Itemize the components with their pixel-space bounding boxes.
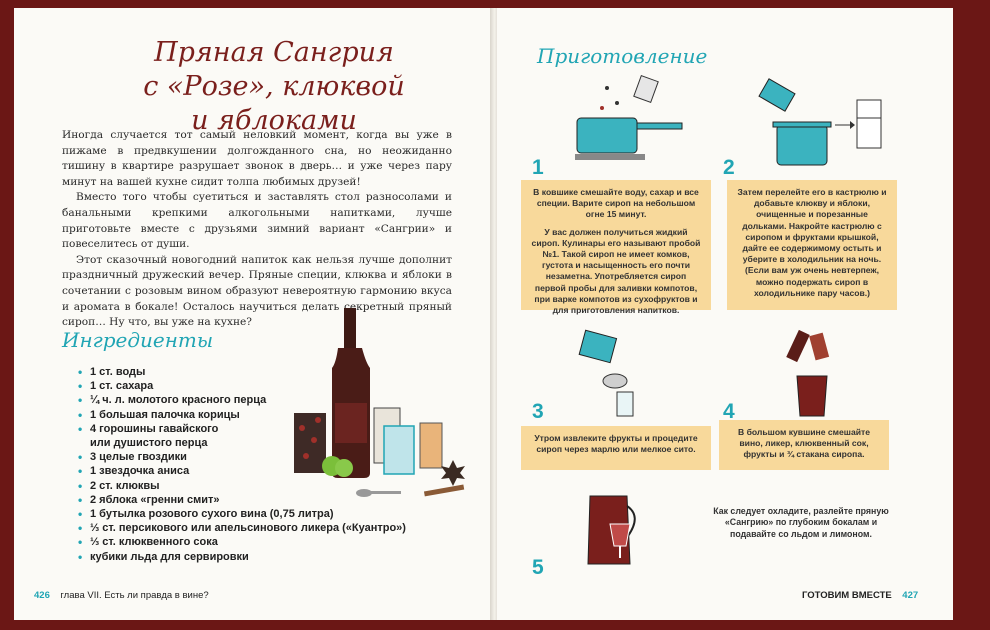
- bullet-icon: •: [78, 379, 83, 394]
- step-number: 1: [532, 156, 544, 179]
- intro-paragraph: Иногда случается тот самый неловкий моме…: [62, 129, 452, 188]
- bullet-icon: •: [78, 421, 83, 436]
- title-line-1: Пряная Сангрия: [154, 37, 394, 68]
- step-text: Затем перелейте его в кастрюлю и добавьт…: [737, 187, 887, 298]
- sieve-icon: [602, 373, 628, 389]
- title-line-2: с «Розе», клюквой: [143, 71, 405, 102]
- star-anise-icon: [441, 460, 465, 486]
- step1-illustration: [575, 74, 683, 160]
- jug-icon: [796, 375, 828, 417]
- page-number-right: 427: [902, 590, 919, 601]
- left-page: Пряная Сангрия с «Розе», клюквой и яблок…: [14, 8, 492, 620]
- pot-icon: [772, 121, 832, 166]
- falling-spices-icon: [600, 86, 619, 110]
- ingredients-illustration: [294, 308, 465, 497]
- saucepan-icon: [576, 117, 683, 154]
- bullet-icon: •: [78, 535, 83, 550]
- water-glass-icon: [383, 425, 415, 475]
- ingredient-item: • кубики льда для сервировки: [78, 549, 249, 564]
- wine-bottle-icon: [332, 308, 370, 478]
- step-text: В большом кувшине смешайте вино, ликер, …: [737, 427, 871, 460]
- step-note-box: В большом кувшине смешайте вино, ликер, …: [719, 420, 889, 470]
- bullet-icon: •: [78, 549, 83, 564]
- bullet-icon: •: [78, 393, 83, 408]
- step-text: Утром извлеките фрукты и процедите сироп…: [534, 433, 698, 455]
- bottles-icon: [786, 329, 830, 363]
- recipe-title: Пряная Сангрия с «Розе», клюквой и яблок…: [124, 36, 424, 138]
- glass-icon: [616, 391, 634, 417]
- saucepan-icon: [578, 329, 618, 364]
- ingredient-item: • 1 бутылка розового сухого вина (0,75 ли…: [78, 507, 334, 522]
- bullet-icon: •: [78, 478, 83, 493]
- right-footer: ГОТОВИМ ВМЕСТЕ 427: [802, 590, 918, 601]
- left-footer: 426 глава VII. Есть ли правда в вине?: [34, 590, 209, 601]
- step2-illustration: [758, 78, 882, 166]
- section-label: ГОТОВИМ ВМЕСТЕ: [802, 590, 892, 601]
- step-number: 2: [723, 156, 735, 179]
- step3-illustration: [578, 329, 634, 417]
- spice-jar-icon: [633, 74, 659, 104]
- step-number: 3: [532, 400, 544, 423]
- step-text: В ковшике смешайте воду, сахар и все спе…: [533, 187, 699, 220]
- page-number-left: 426: [34, 590, 50, 601]
- bullet-icon: •: [78, 464, 83, 479]
- bullet-icon: •: [78, 492, 83, 507]
- bullet-icon: •: [78, 507, 83, 522]
- preparation-heading: Приготовление: [537, 44, 708, 68]
- step-text: Как следует охладите, разлейте пряную «С…: [713, 506, 889, 539]
- intro-text: Иногда случается тот самый неловкий моме…: [62, 128, 452, 331]
- bullet-icon: •: [78, 365, 83, 379]
- stove-flame-icon: [575, 154, 645, 160]
- spoon-icon: [356, 489, 401, 497]
- step-note-box: Утром извлеките фрукты и процедите сироп…: [521, 426, 711, 470]
- fridge-icon: [856, 99, 882, 149]
- step5-illustration: [587, 495, 636, 565]
- bullet-icon: •: [78, 521, 83, 536]
- bullet-icon: •: [78, 450, 83, 465]
- step-note-box: Затем перелейте его в кастрюлю и добавьт…: [727, 180, 897, 310]
- pouring-saucepan-icon: [758, 78, 796, 112]
- step-number: 5: [532, 556, 544, 579]
- step4-illustration: [786, 329, 830, 417]
- intro-paragraph: Вместо того чтобы суетиться и заставлять…: [62, 191, 452, 251]
- step-text-extra: У вас должен получиться жидкий сироп. Ку…: [531, 226, 701, 316]
- right-page: Приготовление 1 В ковшике смешайте воду,…: [497, 8, 953, 620]
- cranberry-jar-icon: [294, 413, 326, 473]
- ingredient-item: • ⅓ ст. персикового или апельсинового лик…: [78, 521, 406, 536]
- bullet-icon: •: [78, 407, 83, 422]
- ingredients-heading: Ингредиенты: [62, 328, 214, 352]
- step-note-box: В ковшике смешайте воду, сахар и все спе…: [521, 180, 711, 315]
- juice-glass-icon: [419, 422, 443, 469]
- cinnamon-stick-icon: [423, 484, 465, 497]
- ingredient-item: • ⅓ ст. клюквенного сока: [78, 535, 218, 550]
- arrow-icon: [835, 121, 855, 129]
- chapter-title: глава VII. Есть ли правда в вине?: [60, 590, 209, 601]
